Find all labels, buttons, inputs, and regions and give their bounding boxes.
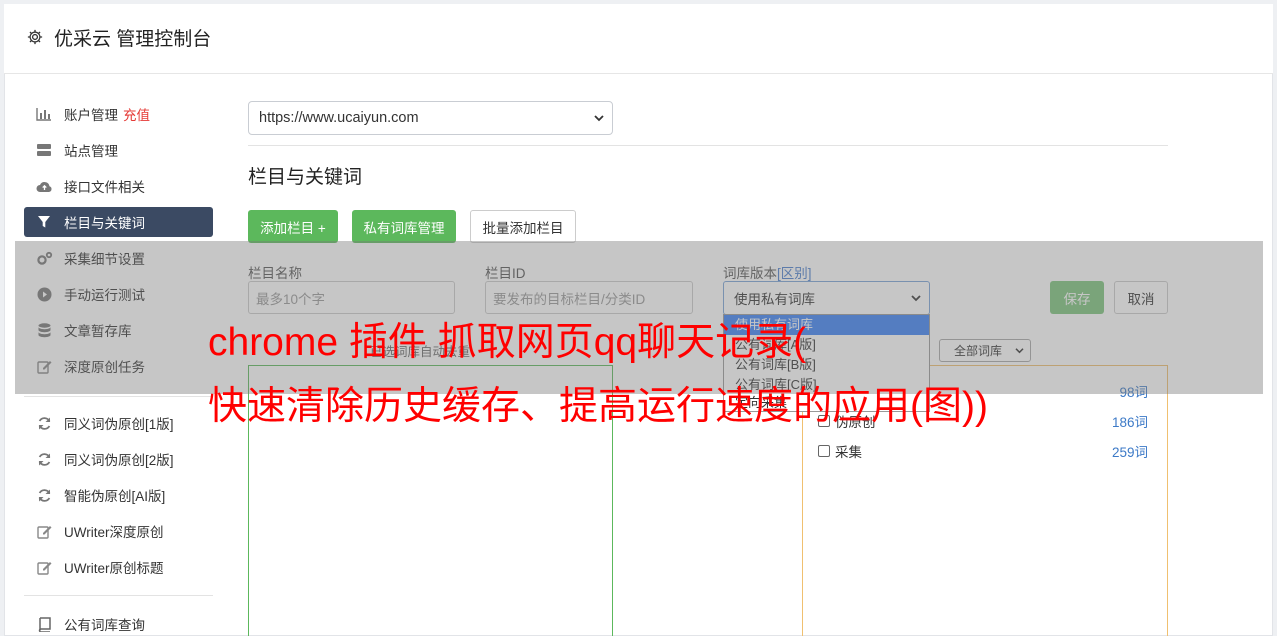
sidebar-item-account[interactable]: 账户管理 充值 (24, 99, 213, 129)
sidebar-item-uwriter-deep[interactable]: UWriter深度原创 (24, 516, 213, 546)
sidebar-item-ai-original[interactable]: 智能伪原创[AI版] (24, 480, 213, 510)
sidebar-item-label: 接口文件相关 (64, 180, 145, 195)
site-select[interactable]: https://www.ucaiyun.com (248, 101, 613, 135)
private-lib-button[interactable]: 私有词库管理 (352, 210, 456, 243)
sidebar-item-label: 公有词库查询 (64, 618, 145, 633)
book-icon (35, 616, 53, 632)
sidebar-item-columns[interactable]: 栏目与关键词 (24, 207, 213, 237)
sidebar-item-uwriter-title[interactable]: UWriter原创标题 (24, 552, 213, 582)
sidebar-item-label: 账户管理 (64, 108, 118, 123)
sidebar-divider (24, 595, 213, 596)
word-lib-label: 采集 (835, 445, 862, 460)
recharge-link[interactable]: 充值 (123, 104, 150, 124)
word-lib-count: 259词 (1111, 445, 1148, 460)
sidebar-item-label: UWriter原创标题 (64, 561, 164, 576)
sidebar-item-synonym-v1[interactable]: 同义词伪原创[1版] (24, 408, 213, 438)
server-icon (35, 142, 53, 158)
word-lib-checkbox[interactable] (818, 445, 830, 457)
overlay-band (15, 241, 1263, 394)
sidebar-divider (24, 396, 213, 397)
sidebar-item-label: 站点管理 (64, 144, 118, 159)
sidebar-item-label: 同义词伪原创[2版] (64, 453, 174, 468)
batch-add-button[interactable]: 批量添加栏目 (470, 210, 576, 243)
edit-icon (35, 559, 53, 575)
sidebar-item-sites[interactable]: 站点管理 (24, 135, 213, 165)
banner-line-2: 快速清除历史缓存、提高运行速度的应用(图)) (208, 385, 988, 428)
app-title: 优采云 管理控制台 (54, 29, 212, 50)
refresh-icon (35, 487, 53, 503)
sidebar-item-synonym-v2[interactable]: 同义词伪原创[2版] (24, 444, 213, 474)
word-lib-row[interactable]: 采集 259词 (818, 441, 1148, 461)
refresh-icon (35, 415, 53, 431)
sidebar-item-label: UWriter深度原创 (64, 525, 164, 540)
refresh-icon (35, 451, 53, 467)
gear-icon (27, 29, 43, 45)
add-column-button[interactable]: 添加栏目 + (248, 210, 338, 243)
bar-chart-icon (35, 106, 53, 122)
sidebar-item-label: 智能伪原创[AI版] (64, 489, 166, 504)
section-title: 栏目与关键词 (248, 167, 363, 188)
sidebar-item-label: 同义词伪原创[1版] (64, 417, 174, 432)
sidebar-item-public-lib[interactable]: 公有词库查询 (24, 609, 213, 636)
sidebar-item-interface[interactable]: 接口文件相关 (24, 171, 213, 201)
cloud-upload-icon (35, 178, 53, 194)
sidebar-item-label: 栏目与关键词 (64, 216, 145, 231)
chevron-down-icon (594, 115, 604, 122)
top-bar: 优采云 管理控制台 (4, 4, 1273, 74)
word-lib-count: 186词 (1111, 415, 1148, 430)
edit-icon (35, 523, 53, 539)
filter-icon (35, 214, 53, 230)
site-select-value: https://www.ucaiyun.com (259, 110, 419, 126)
banner-line-1: chrome 插件 抓取网页qq聊天记录( (208, 321, 807, 364)
divider (248, 145, 1168, 146)
